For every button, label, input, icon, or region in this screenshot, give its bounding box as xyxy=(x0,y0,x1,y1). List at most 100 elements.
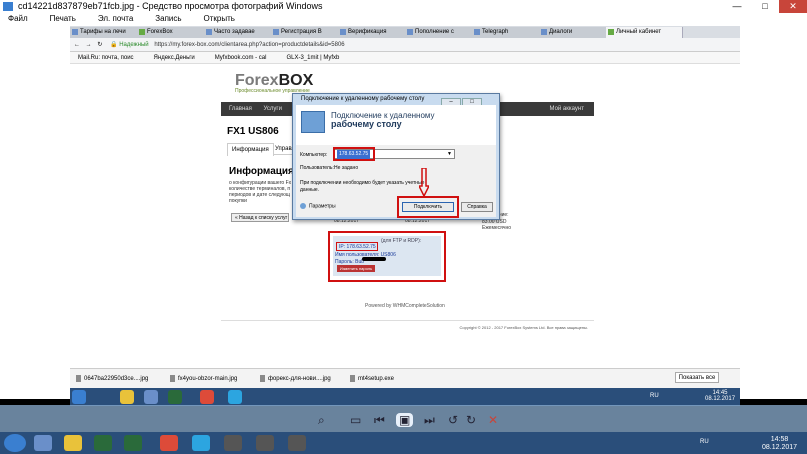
nav-account[interactable]: Мой аккаунт xyxy=(550,102,584,116)
minimize-button[interactable]: — xyxy=(723,0,751,13)
user-value: Не задано xyxy=(334,165,359,171)
lock-icon: 🔒 xyxy=(110,42,118,48)
info-heading: Информация xyxy=(229,166,294,177)
rdp-title: Подключение к удаленному рабочему столу xyxy=(301,96,425,102)
chrome-icon[interactable] xyxy=(160,435,178,451)
down-arrow-icon xyxy=(419,168,429,196)
app-icon[interactable] xyxy=(288,435,306,451)
browser-tab[interactable]: Верификация xyxy=(338,27,415,38)
browser-tab[interactable]: Тарифы на лечи xyxy=(70,27,147,38)
tab-favicon-icon xyxy=(139,29,145,35)
highlight-frame-credentials xyxy=(328,231,446,282)
slideshow-icon[interactable]: ▣ xyxy=(396,413,414,427)
options-toggle[interactable]: Параметры xyxy=(300,203,336,209)
browser-tab[interactable]: ForexBox xyxy=(137,27,214,38)
browser-tab-active[interactable]: Личный кабинет xyxy=(606,27,683,38)
delete-icon[interactable]: ✕ xyxy=(488,413,498,427)
secure-label: Надежный xyxy=(119,42,149,48)
bookmark-item[interactable]: Яндекс.Деньги xyxy=(154,55,195,61)
maximize-button[interactable]: □ xyxy=(751,0,779,13)
app-icon[interactable] xyxy=(256,435,274,451)
zoom-icon[interactable]: ⌕ xyxy=(318,413,325,428)
previous-icon[interactable]: ⏮ xyxy=(374,413,385,428)
tab-favicon-icon xyxy=(206,29,212,35)
viewer-app-icon xyxy=(3,2,13,11)
download-item[interactable]: 0647ba22950d3ce....jpg xyxy=(76,375,148,382)
user-label: Пользователь: xyxy=(300,165,334,171)
download-item[interactable]: форекс-для-нови....jpg xyxy=(260,375,331,382)
rotate-left-icon[interactable]: ↺ xyxy=(448,413,458,427)
browser-tabbar: Тарифы на лечи ForexBox Часто задавае Ре… xyxy=(70,26,740,38)
clock[interactable]: 14:58 08.12.2017 xyxy=(762,436,797,452)
tab-favicon-icon xyxy=(474,29,480,35)
inner-clock: 14:45 08.12.2017 xyxy=(705,390,736,402)
inner-app-icon xyxy=(168,390,182,404)
computer-label: Компьютер: xyxy=(300,152,328,158)
forward-icon[interactable]: → xyxy=(86,42,92,48)
app-icon[interactable] xyxy=(224,435,242,451)
browser-tab[interactable]: Telegraph xyxy=(472,27,549,38)
close-button[interactable]: ✕ xyxy=(779,0,807,13)
inner-app-icon xyxy=(144,390,158,404)
tab-favicon-icon xyxy=(541,29,547,35)
rdp-window-controls: –□✕ xyxy=(440,94,498,122)
app-icon[interactable] xyxy=(94,435,112,451)
menu-file[interactable]: Файл xyxy=(8,14,28,23)
bookmarks-bar: Mail.Ru: почта, поис Яндекс.Деньги Myfxboo… xyxy=(70,52,740,64)
expand-icon xyxy=(300,203,306,209)
bookmark-item[interactable]: GLX-3_1mit | Myfxb xyxy=(286,55,339,61)
reload-icon[interactable]: ↻ xyxy=(97,42,102,48)
address-bar[interactable]: ← → ↻ 🔒 Надежный https://my.forex-box.co… xyxy=(70,38,740,52)
browser-tab[interactable]: Регистрация В xyxy=(271,27,348,38)
inner-lang: RU xyxy=(650,393,659,399)
telegram-icon[interactable] xyxy=(192,435,210,451)
menu-email[interactable]: Эл. почта xyxy=(98,14,133,23)
product-title: FX1 US806 xyxy=(227,126,279,137)
browser-tab[interactable]: Диалоги xyxy=(539,27,616,38)
menu-burn[interactable]: Запись xyxy=(155,14,181,23)
help-button[interactable]: Справка xyxy=(461,202,493,212)
powered-by: Powered by WHMCompleteSolution xyxy=(365,303,445,309)
back-to-services-button[interactable]: « Назад к списку услуг xyxy=(231,213,289,222)
app-icon[interactable] xyxy=(124,435,142,451)
inner-chrome-icon xyxy=(200,390,214,404)
start-button-icon[interactable] xyxy=(4,434,26,452)
viewer-menu: Файл Печать Эл. почта Запись Открыть xyxy=(0,13,807,25)
bookmark-item[interactable]: Mail.Ru: почта, поис xyxy=(78,55,134,61)
menu-print[interactable]: Печать xyxy=(50,14,76,23)
file-icon xyxy=(76,375,81,382)
download-item[interactable]: fx4you-obzor-main.jpg xyxy=(170,375,237,382)
language-indicator[interactable]: RU xyxy=(700,439,709,445)
browser-tab[interactable]: Пополнение с xyxy=(405,27,482,38)
rotate-right-icon[interactable]: ↻ xyxy=(466,413,476,427)
bookmark-item[interactable]: Myfxbook.com - cal xyxy=(215,55,267,61)
download-item[interactable]: mt4setup.exe xyxy=(350,375,394,382)
url-text[interactable]: https://my.forex-box.com/clientarea.php?… xyxy=(154,42,344,48)
tab-favicon-icon xyxy=(72,29,78,35)
next-icon[interactable]: ⏭ xyxy=(424,413,435,428)
back-icon[interactable]: ← xyxy=(74,42,80,48)
chevron-down-icon[interactable]: ▼ xyxy=(447,150,452,159)
site-footer: Copyright © 2012 - 2017 ForexBox Systems… xyxy=(221,320,594,334)
highlight-frame-computer xyxy=(333,147,375,161)
taskbar xyxy=(0,432,807,454)
photo-viewer-icon[interactable] xyxy=(34,435,52,451)
tab-info[interactable]: Информация xyxy=(227,143,274,156)
tab-favicon-icon xyxy=(407,29,413,35)
inner-telegram-icon xyxy=(228,390,242,404)
stat-value: 83.00 USD Ежемесячно xyxy=(482,219,512,231)
browser-tab[interactable]: Часто задавае xyxy=(204,27,281,38)
viewer-title-bar: cd14221d837879eb71fcb.jpg - Средство про… xyxy=(0,0,807,13)
nav-home[interactable]: Главная xyxy=(229,106,252,112)
show-all-downloads-button[interactable]: Показать все xyxy=(675,372,719,383)
actual-size-icon[interactable]: ▭ xyxy=(350,413,361,427)
nav-services[interactable]: Услуги xyxy=(264,106,282,112)
downloads-bar: 0647ba22950d3ce....jpg fx4you-obzor-main… xyxy=(70,368,740,388)
tab-favicon-icon xyxy=(340,29,346,35)
inner-start-icon xyxy=(72,390,86,404)
folder-icon[interactable] xyxy=(64,435,82,451)
tab-favicon-icon xyxy=(608,29,614,35)
menu-open[interactable]: Открыть xyxy=(204,14,235,23)
remote-desktop-icon xyxy=(301,111,325,133)
file-icon xyxy=(170,375,175,382)
